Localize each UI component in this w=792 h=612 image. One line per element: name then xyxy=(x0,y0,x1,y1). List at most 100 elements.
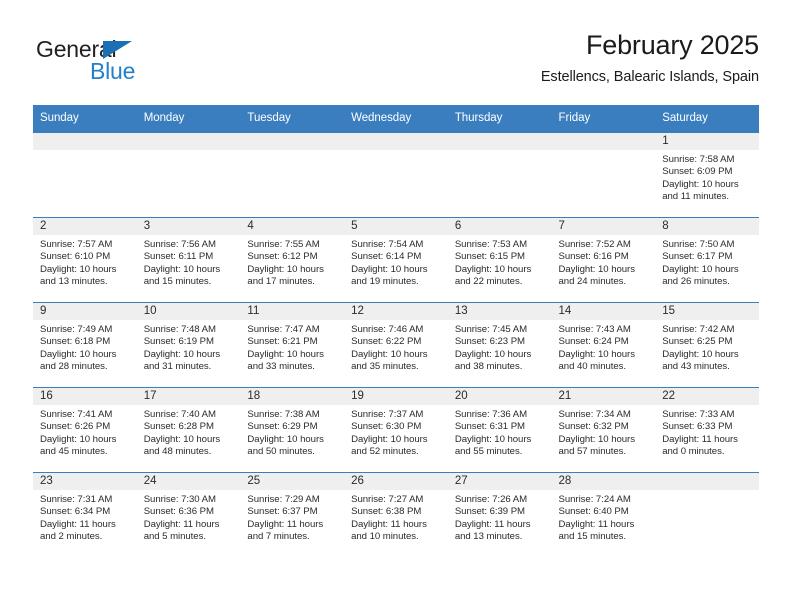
day-content: 2 Sunrise: 7:57 AM Sunset: 6:10 PM Daylight… xyxy=(33,218,137,302)
day-sun-info: Sunrise: 7:55 AM Sunset: 6:12 PM Daylight:… xyxy=(240,235,344,288)
sunrise-text: Sunrise: 7:48 AM xyxy=(143,324,216,335)
daylight-text: Daylight: 10 hours and 24 minutes. xyxy=(558,263,635,287)
day-sun-info: Sunrise: 7:58 AM Sunset: 6:09 PM Daylight:… xyxy=(655,150,759,203)
calendar-day-cell[interactable]: 10 Sunrise: 7:48 AM Sunset: 6:19 PM Dayligh… xyxy=(136,302,241,388)
sunset-text: Sunset: 6:09 PM xyxy=(662,166,733,178)
day-number xyxy=(240,133,345,150)
day-sun-info: Sunrise: 7:41 AM Sunset: 6:26 PM Daylight:… xyxy=(33,405,137,458)
calendar-day-cell xyxy=(655,472,759,557)
day-number: 20 xyxy=(447,388,552,405)
day-sun-info: Sunrise: 7:57 AM Sunset: 6:10 PM Daylight:… xyxy=(33,235,137,288)
sunset-text: Sunset: 6:24 PM xyxy=(558,336,629,348)
sunset-text: Sunset: 6:14 PM xyxy=(351,251,422,263)
day-number: 10 xyxy=(136,303,241,320)
daylight-text: Daylight: 11 hours and 10 minutes. xyxy=(351,518,427,542)
sunrise-text: Sunrise: 7:36 AM xyxy=(454,409,528,420)
calendar-day-cell xyxy=(33,132,137,218)
sunrise-text: Sunrise: 7:52 AM xyxy=(558,239,631,250)
day-content: 25 Sunrise: 7:29 AM Sunset: 6:37 PM Dayligh… xyxy=(240,473,345,557)
calendar-day-cell[interactable]: 28 Sunrise: 7:24 AM Sunset: 6:40 PM Dayligh… xyxy=(551,472,656,557)
calendar-day-cell[interactable]: 27 Sunrise: 7:26 AM Sunset: 6:39 PM Dayligh… xyxy=(447,472,552,557)
calendar-day-cell[interactable]: 16 Sunrise: 7:41 AM Sunset: 6:26 PM Dayligh… xyxy=(33,387,137,473)
day-number: 14 xyxy=(551,303,656,320)
day-content: 24 Sunrise: 7:30 AM Sunset: 6:36 PM Dayligh… xyxy=(136,473,241,557)
calendar-day-cell[interactable]: 26 Sunrise: 7:27 AM Sunset: 6:38 PM Dayligh… xyxy=(344,472,448,557)
day-sun-info: Sunrise: 7:33 AM Sunset: 6:33 PM Daylight:… xyxy=(655,405,759,458)
sunrise-text: Sunrise: 7:41 AM xyxy=(40,409,113,420)
calendar-day-cell[interactable]: 25 Sunrise: 7:29 AM Sunset: 6:37 PM Dayligh… xyxy=(240,472,345,557)
sunrise-text: Sunrise: 7:42 AM xyxy=(662,324,735,335)
calendar-day-cell[interactable]: 14 Sunrise: 7:43 AM Sunset: 6:24 PM Dayligh… xyxy=(551,302,656,388)
calendar-week-row: 16 Sunrise: 7:41 AM Sunset: 6:26 PM Dayligh… xyxy=(33,387,759,473)
day-sun-info: Sunrise: 7:26 AM Sunset: 6:39 PM Daylight:… xyxy=(448,490,552,543)
day-number: 16 xyxy=(33,388,137,405)
day-sun-info: Sunrise: 7:46 AM Sunset: 6:22 PM Daylight:… xyxy=(344,320,448,373)
calendar-day-cell[interactable]: 20 Sunrise: 7:36 AM Sunset: 6:31 PM Dayligh… xyxy=(447,387,552,473)
calendar-day-cell[interactable]: 5 Sunrise: 7:54 AM Sunset: 6:14 PM Daylight… xyxy=(344,217,448,303)
calendar-day-cell[interactable]: 19 Sunrise: 7:37 AM Sunset: 6:30 PM Dayligh… xyxy=(344,387,448,473)
day-content: 26 Sunrise: 7:27 AM Sunset: 6:38 PM Dayligh… xyxy=(344,473,448,557)
sunset-text: Sunset: 6:18 PM xyxy=(40,336,111,348)
calendar-day-cell[interactable]: 22 Sunrise: 7:33 AM Sunset: 6:33 PM Dayligh… xyxy=(655,387,759,473)
sunrise-text: Sunrise: 7:31 AM xyxy=(40,494,113,505)
calendar-day-cell[interactable]: 23 Sunrise: 7:31 AM Sunset: 6:34 PM Dayligh… xyxy=(33,472,137,557)
sunrise-text: Sunrise: 7:43 AM xyxy=(558,324,631,335)
daylight-text: Daylight: 10 hours and 50 minutes. xyxy=(247,433,324,457)
calendar-day-cell[interactable]: 6 Sunrise: 7:53 AM Sunset: 6:15 PM Daylight… xyxy=(447,217,552,303)
daylight-text: Daylight: 10 hours and 55 minutes. xyxy=(454,433,532,457)
page-title: February 2025 xyxy=(585,30,759,60)
day-sun-info: Sunrise: 7:43 AM Sunset: 6:24 PM Daylight:… xyxy=(552,320,656,373)
calendar-day-cell[interactable]: 3 Sunrise: 7:56 AM Sunset: 6:11 PM Daylight… xyxy=(136,217,241,303)
sunrise-text: Sunrise: 7:40 AM xyxy=(143,409,216,420)
day-number: 11 xyxy=(240,303,345,320)
calendar-day-cell[interactable]: 12 Sunrise: 7:46 AM Sunset: 6:22 PM Dayligh… xyxy=(344,302,448,388)
calendar-day-cell[interactable]: 4 Sunrise: 7:55 AM Sunset: 6:12 PM Daylight… xyxy=(240,217,345,303)
day-number: 12 xyxy=(344,303,448,320)
sunrise-text: Sunrise: 7:45 AM xyxy=(454,324,528,335)
day-content: 23 Sunrise: 7:31 AM Sunset: 6:34 PM Dayligh… xyxy=(33,473,137,557)
day-number xyxy=(551,133,656,150)
daylight-text: Daylight: 10 hours and 11 minutes. xyxy=(662,178,739,202)
sunrise-text: Sunrise: 7:38 AM xyxy=(247,409,320,420)
general-blue-logo[interactable]: General Blue xyxy=(33,36,233,92)
sunrise-text: Sunrise: 7:47 AM xyxy=(247,324,320,335)
sunset-text: Sunset: 6:17 PM xyxy=(662,251,733,263)
calendar-day-cell[interactable]: 18 Sunrise: 7:38 AM Sunset: 6:29 PM Dayligh… xyxy=(240,387,345,473)
empty-day xyxy=(344,133,448,217)
sunrise-text: Sunrise: 7:29 AM xyxy=(247,494,320,505)
calendar-day-cell[interactable]: 24 Sunrise: 7:30 AM Sunset: 6:36 PM Dayligh… xyxy=(136,472,241,557)
calendar-day-cell[interactable]: 7 Sunrise: 7:52 AM Sunset: 6:16 PM Daylight… xyxy=(551,217,656,303)
sunset-text: Sunset: 6:32 PM xyxy=(558,421,629,433)
day-sun-info: Sunrise: 7:54 AM Sunset: 6:14 PM Daylight:… xyxy=(344,235,448,288)
calendar-day-cell[interactable]: 11 Sunrise: 7:47 AM Sunset: 6:21 PM Dayligh… xyxy=(240,302,345,388)
calendar-day-cell[interactable]: 2 Sunrise: 7:57 AM Sunset: 6:10 PM Daylight… xyxy=(33,217,137,303)
day-content: 28 Sunrise: 7:24 AM Sunset: 6:40 PM Dayligh… xyxy=(551,473,656,557)
daylight-text: Daylight: 10 hours and 35 minutes. xyxy=(351,348,428,372)
sunrise-text: Sunrise: 7:27 AM xyxy=(351,494,424,505)
calendar-day-cell[interactable]: 8 Sunrise: 7:50 AM Sunset: 6:17 PM Daylight… xyxy=(655,217,759,303)
sunset-text: Sunset: 6:33 PM xyxy=(662,421,733,433)
day-content: 20 Sunrise: 7:36 AM Sunset: 6:31 PM Dayligh… xyxy=(447,388,552,472)
sunrise-text: Sunrise: 7:33 AM xyxy=(662,409,735,420)
calendar-day-cell[interactable]: 13 Sunrise: 7:45 AM Sunset: 6:23 PM Dayligh… xyxy=(447,302,552,388)
calendar-day-cell[interactable]: 17 Sunrise: 7:40 AM Sunset: 6:28 PM Dayligh… xyxy=(136,387,241,473)
calendar-week-row: 9 Sunrise: 7:49 AM Sunset: 6:18 PM Daylight… xyxy=(33,302,759,388)
calendar-day-cell[interactable]: 1 Sunrise: 7:58 AM Sunset: 6:09 PM Daylight… xyxy=(655,132,759,218)
day-sun-info: Sunrise: 7:34 AM Sunset: 6:32 PM Daylight:… xyxy=(552,405,656,458)
day-content: 14 Sunrise: 7:43 AM Sunset: 6:24 PM Dayligh… xyxy=(551,303,656,387)
sunset-text: Sunset: 6:39 PM xyxy=(454,506,525,518)
sunset-text: Sunset: 6:15 PM xyxy=(454,251,525,263)
daylight-text: Daylight: 11 hours and 15 minutes. xyxy=(558,518,635,542)
daylight-text: Daylight: 10 hours and 19 minutes. xyxy=(351,263,428,287)
day-content: 19 Sunrise: 7:37 AM Sunset: 6:30 PM Dayligh… xyxy=(344,388,448,472)
calendar-day-cell[interactable]: 15 Sunrise: 7:42 AM Sunset: 6:25 PM Dayligh… xyxy=(655,302,759,388)
sunset-text: Sunset: 6:25 PM xyxy=(662,336,733,348)
calendar-day-cell[interactable]: 21 Sunrise: 7:34 AM Sunset: 6:32 PM Dayligh… xyxy=(551,387,656,473)
sunrise-text: Sunrise: 7:50 AM xyxy=(662,239,735,250)
daylight-text: Daylight: 10 hours and 28 minutes. xyxy=(40,348,117,372)
sunset-text: Sunset: 6:11 PM xyxy=(143,251,214,263)
sunrise-text: Sunrise: 7:54 AM xyxy=(351,239,424,250)
calendar-day-cell[interactable]: 9 Sunrise: 7:49 AM Sunset: 6:18 PM Daylight… xyxy=(33,302,137,388)
day-content: 3 Sunrise: 7:56 AM Sunset: 6:11 PM Daylight… xyxy=(136,218,241,302)
sunset-text: Sunset: 6:19 PM xyxy=(143,336,214,348)
